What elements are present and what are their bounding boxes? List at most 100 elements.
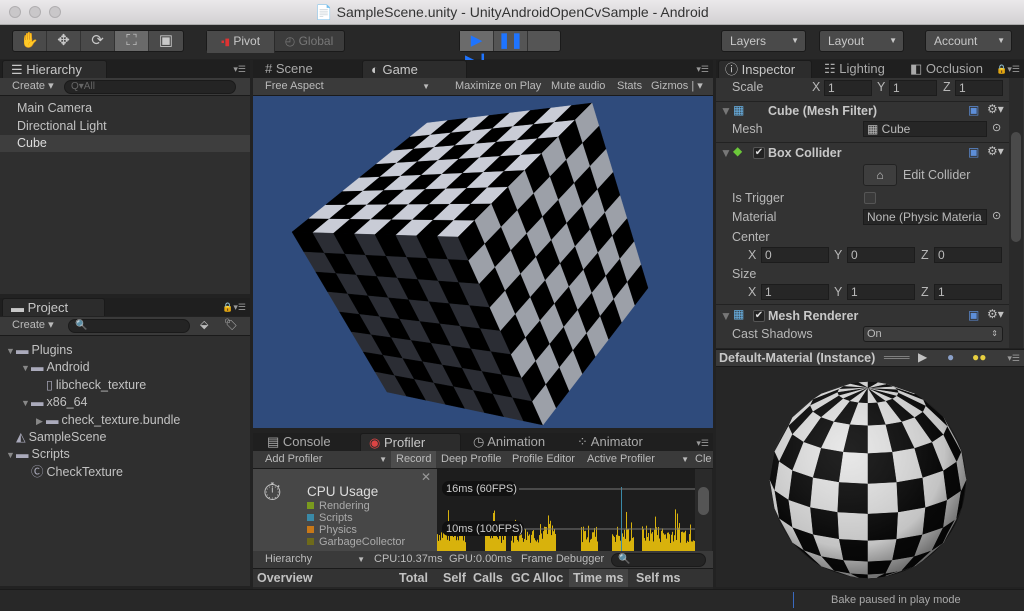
cast-shadows-dropdown[interactable]: On ⇕ xyxy=(863,326,1003,342)
tab-scene[interactable]: # Scene xyxy=(257,60,357,78)
scrollbar-thumb[interactable] xyxy=(1011,132,1021,242)
sphere-mesh-icon[interactable]: ● xyxy=(947,350,954,364)
column-header[interactable]: Overview xyxy=(253,569,317,587)
center-y-field[interactable]: 0 xyxy=(847,247,915,263)
legend-item[interactable]: Rendering xyxy=(307,500,405,512)
rotate-icon[interactable]: ⟳ xyxy=(81,31,115,51)
panel-menu-icon[interactable]: ▾☰ xyxy=(1007,353,1020,364)
mesh-renderer-enabled-checkbox[interactable]: ✔ xyxy=(753,310,765,322)
column-header[interactable]: Self xyxy=(439,569,470,587)
drag-handle-icon[interactable]: ═══ xyxy=(884,350,910,364)
mute-audio-toggle[interactable]: Mute audio xyxy=(551,78,605,95)
active-profiler-dropdown[interactable]: Active Profiler ▼ xyxy=(587,451,689,468)
box-collider-enabled-checkbox[interactable]: ✔ xyxy=(753,147,765,159)
center-x-field[interactable]: 0 xyxy=(761,247,829,263)
panel-menu-icon[interactable]: ▾☰ xyxy=(233,64,246,75)
tab-console[interactable]: ▤ Console xyxy=(259,433,339,451)
frame-debugger-button[interactable]: Frame Debugger xyxy=(521,551,604,568)
material-preview[interactable] xyxy=(716,367,1024,587)
edit-collider-button[interactable]: ⌂ xyxy=(863,164,897,186)
foldout-arrow-icon[interactable]: ▼ xyxy=(720,146,732,160)
scale-y-field[interactable]: 1 xyxy=(889,80,937,96)
size-z-field[interactable]: 1 xyxy=(934,284,1002,300)
size-x-field[interactable]: 1 xyxy=(761,284,829,300)
filter-label-icon[interactable]: 🏷 xyxy=(224,317,238,334)
foldout-arrow-icon[interactable]: ▼ xyxy=(720,104,732,118)
stats-toggle[interactable]: Stats xyxy=(617,78,642,95)
size-y-field[interactable]: 1 xyxy=(847,284,915,300)
lock-and-menu-icon[interactable]: 🔒▾☰ xyxy=(222,302,246,313)
tab-inspector[interactable]: ⓘ Inspector xyxy=(718,60,812,78)
hierarchy-item[interactable]: Main Camera xyxy=(0,100,250,117)
column-header[interactable]: GC Alloc xyxy=(507,569,567,587)
close-window-button[interactable] xyxy=(9,6,21,18)
material-field[interactable]: None (Physic Materia xyxy=(863,209,987,225)
account-dropdown[interactable]: Account ▼ xyxy=(925,30,1012,52)
pause-button[interactable]: ❚❚ xyxy=(494,31,528,51)
panel-menu-icon[interactable]: ▾☰ xyxy=(696,438,709,449)
filter-type-icon[interactable]: ⬙ xyxy=(200,317,208,334)
foldout-arrow-icon[interactable]: ▼ xyxy=(720,309,732,323)
maximize-on-play-toggle[interactable]: Maximize on Play xyxy=(455,78,541,95)
record-toggle[interactable]: Record xyxy=(391,451,437,468)
scale-x-field[interactable]: 1 xyxy=(824,80,872,96)
clear-button[interactable]: Cle xyxy=(695,451,712,468)
foldout-arrow-icon[interactable]: ▼ xyxy=(6,343,16,360)
foldout-arrow-icon[interactable]: ▼ xyxy=(6,447,16,464)
lighting-icon[interactable]: ●● xyxy=(972,350,987,364)
project-item[interactable]: ▯ libcheck_texture xyxy=(0,377,250,394)
tab-profiler[interactable]: ◉ Profiler xyxy=(360,433,461,451)
view-dropdown[interactable]: Hierarchy ▼ xyxy=(265,551,365,568)
column-header[interactable]: Time ms xyxy=(569,569,628,587)
hierarchy-item-selected[interactable]: Cube xyxy=(0,135,250,152)
project-item[interactable]: Ⓒ CheckTexture xyxy=(0,464,250,481)
help-icon[interactable]: ▣ xyxy=(968,103,979,117)
column-header[interactable]: Total xyxy=(395,569,432,587)
tab-game[interactable]: ◐ Game xyxy=(362,60,467,78)
scrollbar-thumb[interactable] xyxy=(698,487,709,515)
play-button[interactable]: ▶ xyxy=(460,31,494,51)
tab-project[interactable]: ▬ Project xyxy=(2,298,105,316)
foldout-arrow-icon[interactable]: ▼ xyxy=(21,395,31,412)
layers-dropdown[interactable]: Layers ▼ xyxy=(721,30,806,52)
project-item[interactable]: ▼▬ Plugins xyxy=(0,342,250,359)
project-item[interactable]: ▶ ▬ check_texture.bundle xyxy=(0,412,250,429)
zoom-window-button[interactable] xyxy=(49,6,61,18)
gear-icon[interactable]: ⚙▾ xyxy=(987,144,1004,158)
cpu-usage-graph[interactable]: 16ms (60FPS) 10ms (100FPS) xyxy=(437,469,695,551)
tab-lighting[interactable]: ☷ Lighting xyxy=(816,60,893,78)
pivot-button[interactable]: ▪▮ Pivot xyxy=(207,31,275,53)
tab-animation[interactable]: ◷ Animation xyxy=(465,433,553,451)
project-item[interactable]: ▼▬ Android xyxy=(0,359,250,376)
gear-icon[interactable]: ⚙▾ xyxy=(987,307,1004,321)
play-preview-icon[interactable]: ▶ xyxy=(918,350,927,364)
add-profiler-dropdown[interactable]: Add Profiler ▼ xyxy=(265,451,387,468)
deep-profile-toggle[interactable]: Deep Profile xyxy=(441,451,502,468)
scale-icon[interactable]: ⛶ xyxy=(115,31,149,51)
gizmos-dropdown[interactable]: Gizmos | ▾ xyxy=(651,78,703,95)
object-picker-icon[interactable]: ⊙ xyxy=(992,121,1001,134)
minimize-window-button[interactable] xyxy=(29,6,41,18)
scale-z-field[interactable]: 1 xyxy=(955,80,1003,96)
legend-item[interactable]: GarbageCollector xyxy=(307,536,405,548)
move-icon[interactable]: ✥ xyxy=(47,31,81,51)
graph-scrollbar[interactable] xyxy=(695,469,712,551)
create-dropdown[interactable]: Create ▾ xyxy=(12,78,54,95)
hierarchy-search-input[interactable]: Q▾All xyxy=(64,80,236,94)
project-item[interactable]: ▼▬ x86_64 xyxy=(0,394,250,411)
create-dropdown[interactable]: Create ▾ xyxy=(12,317,54,334)
profiler-search-input[interactable]: 🔍 xyxy=(611,553,706,567)
project-item[interactable]: ◭ SampleScene xyxy=(0,429,250,446)
project-item[interactable]: ▼▬ Scripts xyxy=(0,446,250,463)
help-icon[interactable]: ▣ xyxy=(968,308,979,322)
close-icon[interactable]: ✕ xyxy=(421,470,431,484)
lock-and-menu-icon[interactable]: 🔒▾☰ xyxy=(996,64,1020,75)
inspector-scrollbar[interactable] xyxy=(1009,78,1023,348)
layout-dropdown[interactable]: Layout ▼ xyxy=(819,30,904,52)
tab-animator[interactable]: ⁘ Animator xyxy=(569,433,651,451)
aspect-dropdown[interactable]: Free Aspect ▼ xyxy=(265,78,430,95)
is-trigger-checkbox[interactable] xyxy=(864,192,876,204)
foldout-arrow-icon[interactable]: ▼ xyxy=(21,360,31,377)
game-view[interactable] xyxy=(253,96,713,428)
help-icon[interactable]: ▣ xyxy=(968,145,979,159)
